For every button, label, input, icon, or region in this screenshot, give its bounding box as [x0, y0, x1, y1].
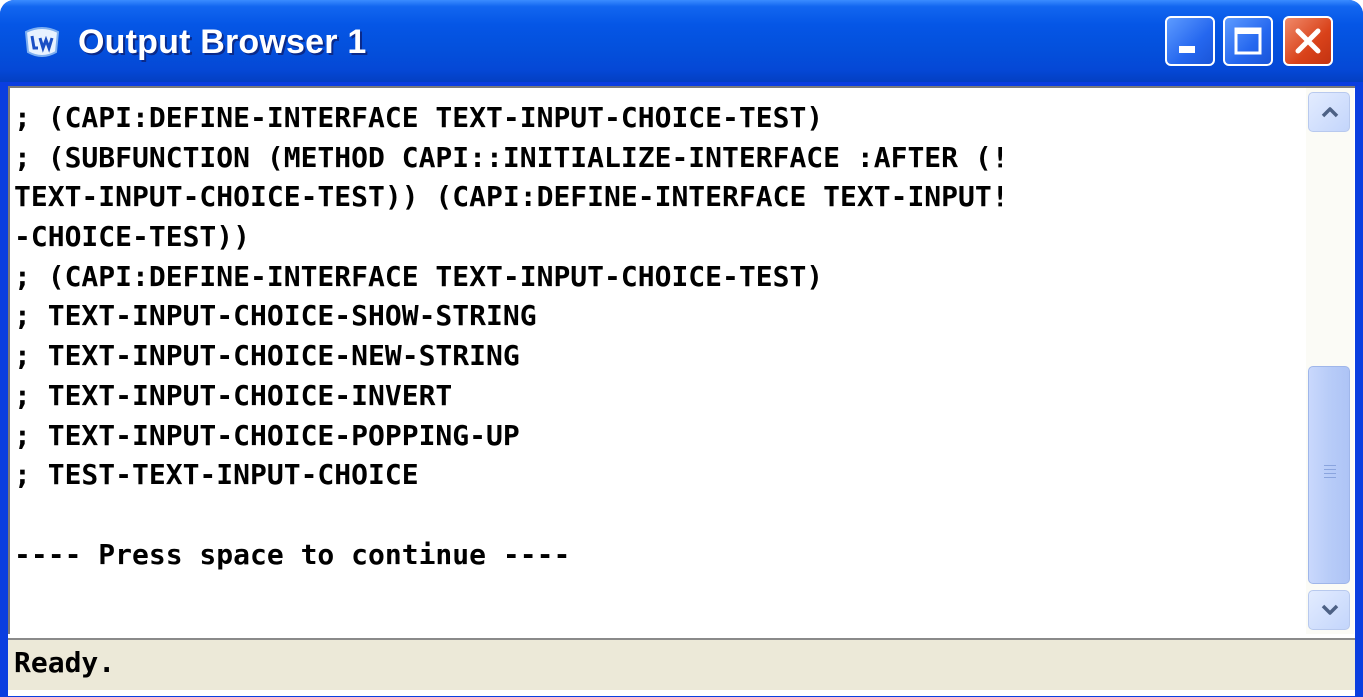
continue-prompt: ---- Press space to continue ----	[14, 537, 571, 571]
window-title: Output Browser 1	[78, 23, 367, 61]
output-browser-window: Output Browser 1 ; (CAPI:DEFINE-INTERFAC…	[0, 0, 1363, 697]
output-line: -CHOICE-TEST))	[14, 220, 251, 254]
grip-icon	[1309, 465, 1351, 479]
title-bar[interactable]: Output Browser 1	[0, 0, 1363, 82]
output-line: TEXT-INPUT-CHOICE-TEST)) (CAPI:DEFINE-IN…	[14, 180, 1009, 214]
output-line: ; (SUBFUNCTION (METHOD CAPI::INITIALIZE-…	[14, 140, 1009, 174]
status-bar: Ready.	[8, 638, 1355, 690]
close-icon	[1295, 28, 1321, 54]
scroll-down-button[interactable]	[1308, 590, 1350, 630]
maximize-button[interactable]	[1223, 16, 1273, 66]
vertical-scrollbar[interactable]	[1306, 88, 1354, 634]
output-line: ; TEXT-INPUT-CHOICE-NEW-STRING	[14, 339, 520, 373]
status-text: Ready.	[14, 646, 116, 679]
lispworks-app-icon	[24, 27, 60, 57]
maximize-icon	[1234, 27, 1262, 55]
output-line: ; TEXT-INPUT-CHOICE-POPPING-UP	[14, 418, 520, 452]
close-button[interactable]	[1283, 16, 1333, 66]
output-line: ; TEST-TEXT-INPUT-CHOICE	[14, 458, 419, 492]
scroll-up-button[interactable]	[1308, 92, 1350, 132]
output-line: ; TEXT-INPUT-CHOICE-SHOW-STRING	[14, 299, 537, 333]
output-line: ; (CAPI:DEFINE-INTERFACE TEXT-INPUT-CHOI…	[14, 259, 824, 293]
chevron-down-icon	[1321, 604, 1339, 615]
minimize-icon	[1179, 46, 1195, 53]
minimize-button[interactable]	[1165, 16, 1215, 66]
output-line: ; (CAPI:DEFINE-INTERFACE TEXT-INPUT-CHOI…	[14, 101, 824, 134]
output-text: ; (CAPI:DEFINE-INTERFACE TEXT-INPUT-CHOI…	[14, 98, 1299, 574]
window-content: ; (CAPI:DEFINE-INTERFACE TEXT-INPUT-CHOI…	[8, 86, 1355, 696]
scroll-thumb[interactable]	[1308, 366, 1350, 584]
output-pane[interactable]: ; (CAPI:DEFINE-INTERFACE TEXT-INPUT-CHOI…	[8, 86, 1355, 634]
output-line: ; TEXT-INPUT-CHOICE-INVERT	[14, 378, 453, 412]
chevron-up-icon	[1321, 107, 1339, 118]
